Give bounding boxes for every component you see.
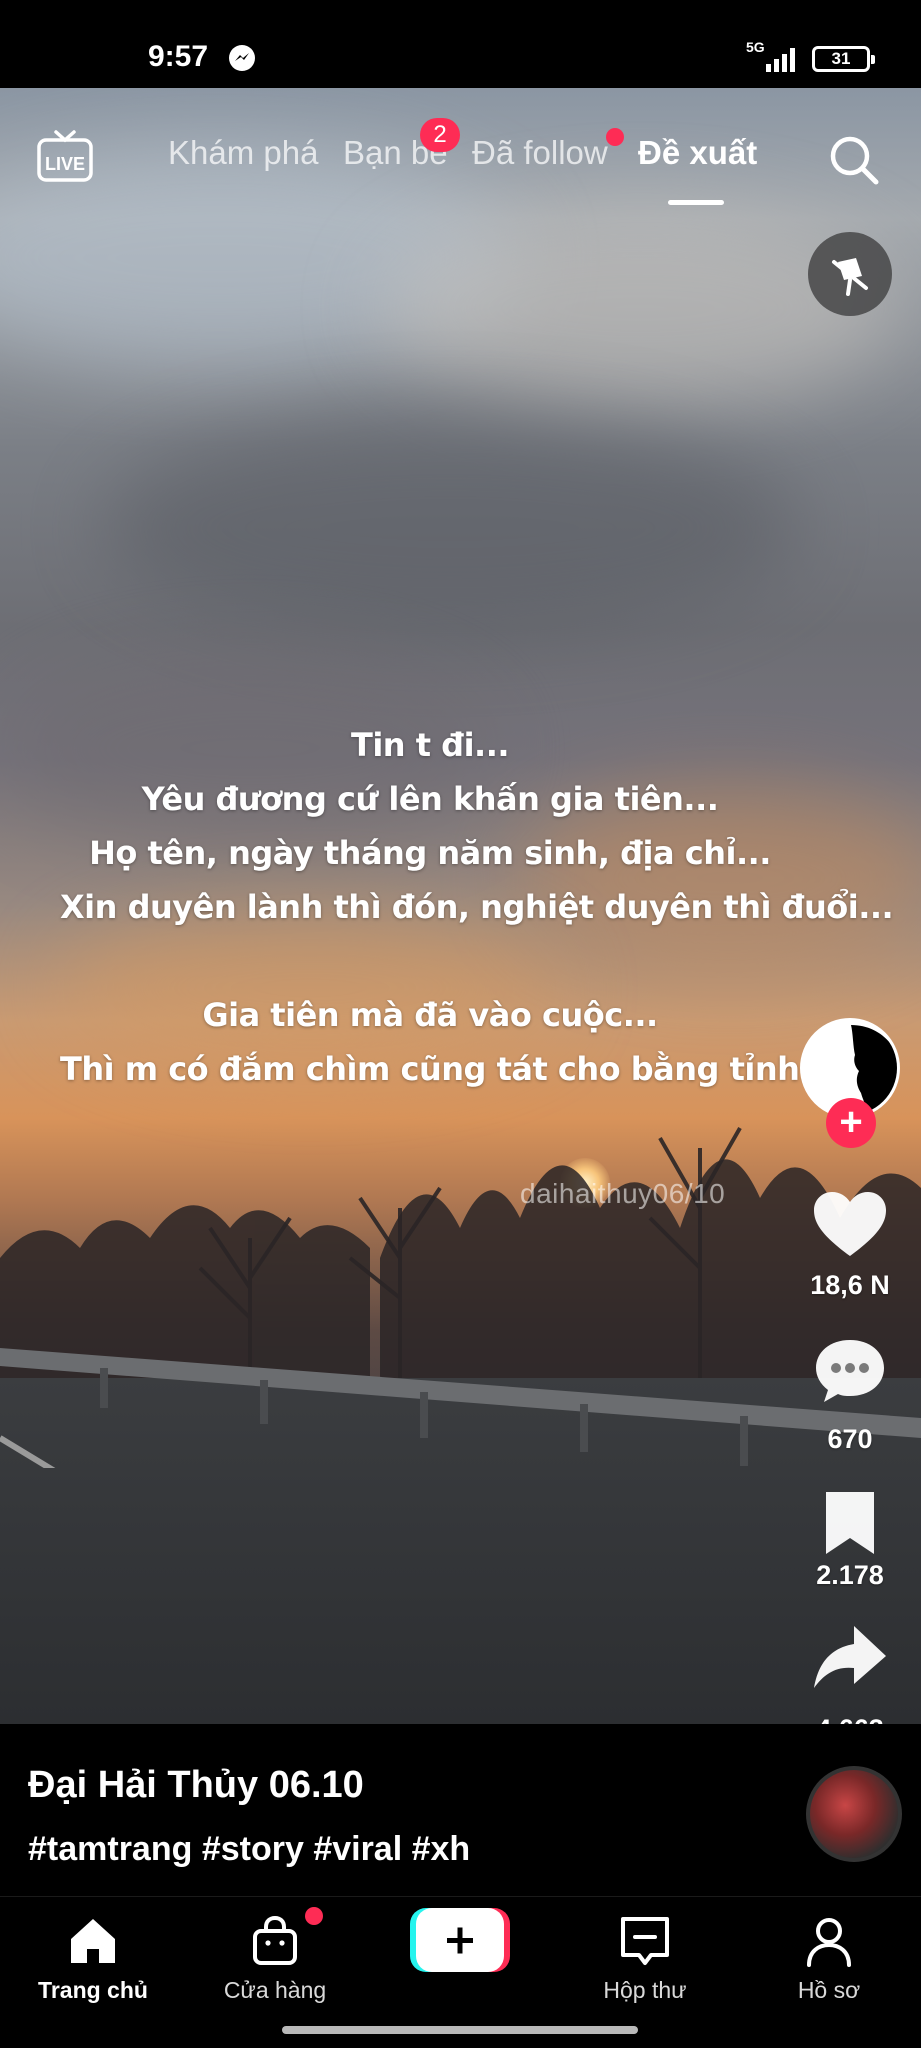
tab-kham-pha[interactable]: Khám phá [168, 134, 318, 172]
caption-line: Yêu đương cứ lên khấn gia tiên... [141, 780, 719, 818]
video-player[interactable]: Tin t đi... Yêu đương cứ lên khấn gia ti… [0, 88, 921, 1724]
share-arrow-icon[interactable] [810, 1622, 890, 1692]
network-type: 5G [746, 39, 765, 55]
cloud-shape [100, 418, 800, 638]
status-bar: 9:57 5G 31 [0, 0, 921, 88]
music-disc-icon[interactable] [806, 1766, 902, 1862]
video-watermark: daihaithuy06/10 [520, 1178, 726, 1209]
no-sound-icon [832, 258, 868, 296]
active-tab-indicator [668, 200, 724, 205]
caption-line: Thì m có đắm chìm cũng tát cho bằng tỉnh… [60, 1050, 851, 1088]
caption-line: Xin duyên lành thì đón, nghiệt duyên thì… [60, 888, 894, 926]
search-icon[interactable] [828, 134, 880, 186]
nav-shop[interactable]: Cửa hàng [200, 1913, 350, 2004]
signal-icon [766, 48, 795, 72]
caption-line: Tin t đi... [351, 726, 510, 764]
save-count: 2.178 [816, 1560, 884, 1590]
comment-count: 670 [827, 1424, 873, 1454]
muted-button[interactable] [808, 232, 892, 316]
messenger-icon [229, 45, 255, 71]
nav-label: Cửa hàng [223, 1977, 327, 2003]
inbox-icon [621, 1917, 669, 1965]
tab-de-xuat[interactable]: Đề xuất [638, 134, 757, 172]
live-icon[interactable]: LIVE [36, 128, 94, 184]
battery-icon: 31 [812, 46, 875, 72]
nav-label: Trang chủ [38, 1977, 148, 2003]
nav-inbox[interactable]: Hộp thư [570, 1913, 720, 2004]
svg-text:LIVE: LIVE [45, 154, 85, 174]
shop-bag-icon [253, 1915, 297, 1965]
home-icon [71, 1919, 115, 1963]
nav-label: Hồ sơ [797, 1977, 861, 2003]
like-heart-icon[interactable] [810, 1190, 890, 1260]
caption-line [60, 934, 800, 988]
bookmark-icon[interactable] [810, 1488, 890, 1558]
create-button[interactable] [410, 1908, 510, 1972]
friends-badge: 2 [420, 118, 460, 152]
status-time: 9:57 [148, 40, 209, 73]
caption-line: Gia tiên mà đã vào cuộc... [202, 996, 658, 1034]
tab-da-follow[interactable]: Đã follow [472, 134, 608, 172]
shop-dot [305, 1907, 323, 1925]
caption-line: Họ tên, ngày tháng năm sinh, địa chỉ... [89, 834, 771, 872]
nav-profile[interactable]: Hồ sơ [754, 1913, 904, 2004]
nav-home[interactable]: Trang chủ [18, 1913, 168, 2004]
profile-icon [807, 1918, 851, 1967]
home-indicator [282, 2026, 638, 2034]
following-dot [606, 128, 624, 146]
author-name[interactable]: Đại Hải Thủy 06.10 [28, 1764, 364, 1807]
post-hashtags[interactable]: #tamtrang #story #viral #xh [28, 1830, 470, 1869]
follow-button[interactable]: + [826, 1098, 876, 1148]
video-caption-overlay: Tin t đi... Yêu đương cứ lên khấn gia ti… [60, 718, 894, 1096]
like-count: 18,6 N [810, 1270, 890, 1300]
nav-label: Hộp thư [603, 1977, 687, 2003]
comment-icon[interactable] [810, 1336, 890, 1406]
